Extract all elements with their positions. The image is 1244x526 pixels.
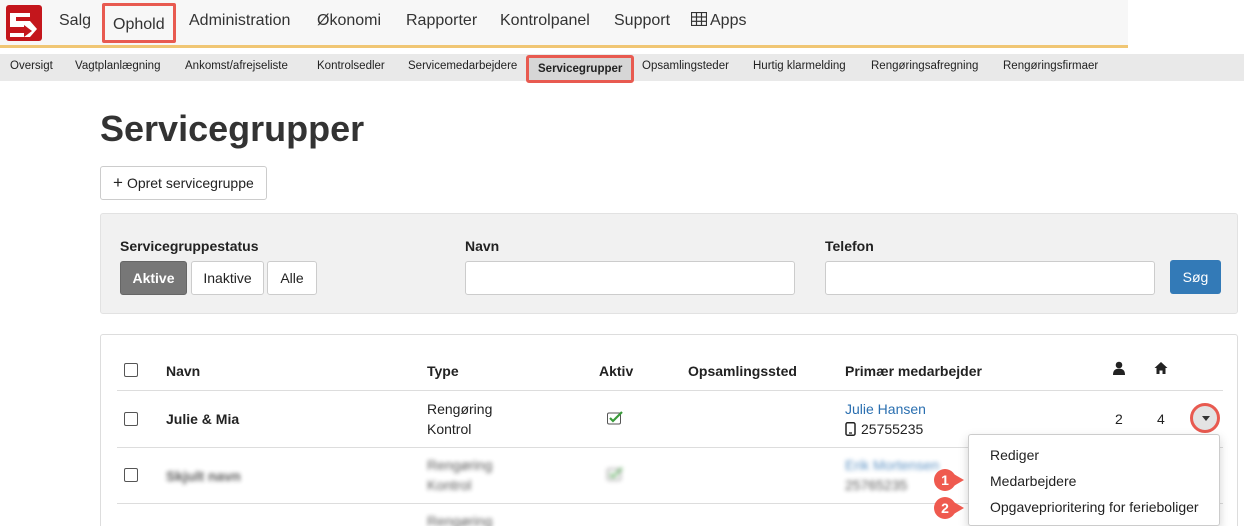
- status-inaktive-button[interactable]: Inaktive: [191, 261, 264, 295]
- nav-support[interactable]: Support: [614, 12, 670, 30]
- home-icon: [1154, 362, 1168, 374]
- subnav-ankomst-afrejseliste[interactable]: Ankomst/afrejseliste: [185, 60, 288, 72]
- header-divider: [117, 390, 1223, 391]
- status-alle-button[interactable]: Alle: [267, 261, 317, 295]
- subnav-servicegrupper[interactable]: Servicegrupper: [526, 55, 635, 83]
- sub-navbar: Oversigt Vagtplanlægning Ankomst/afrejse…: [0, 54, 1244, 83]
- row-name[interactable]: Julie & Mia: [166, 411, 239, 427]
- nav-kontrolpanel[interactable]: Kontrolpanel: [500, 12, 590, 30]
- row-checkbox[interactable]: [124, 468, 138, 482]
- row-employee-link[interactable]: Julie Hansen: [845, 401, 926, 417]
- row-staff-count: 2: [1115, 411, 1123, 427]
- app-logo[interactable]: [6, 5, 42, 41]
- col-header-active[interactable]: Aktiv: [599, 363, 633, 379]
- row-phone-number: 25755235: [861, 421, 924, 437]
- col-header-pickup[interactable]: Opsamlingssted: [688, 363, 797, 379]
- row-type-line-1: Rengøring: [427, 457, 493, 473]
- marker-number: 1: [934, 469, 956, 491]
- row-house-count: 4: [1157, 411, 1165, 427]
- select-all-checkbox[interactable]: [124, 363, 138, 377]
- row-employee-phone: 25755235: [845, 421, 923, 437]
- mobile-phone-icon: [845, 422, 856, 436]
- subnav-servicemedarbejdere[interactable]: Servicemedarbejdere: [408, 60, 517, 72]
- nav-salg[interactable]: Salg: [59, 12, 91, 30]
- step-marker-1: 1: [934, 469, 964, 491]
- phone-filter-label: Telefon: [825, 238, 874, 254]
- user-icon: [1113, 361, 1125, 375]
- page-title: Servicegrupper: [100, 108, 365, 149]
- menu-item-medarbejdere[interactable]: Medarbejdere: [990, 473, 1076, 489]
- active-check-icon: [607, 467, 623, 481]
- row-actions-dropdown-button[interactable]: [1190, 403, 1220, 433]
- menu-item-rediger[interactable]: Rediger: [990, 447, 1039, 463]
- step-marker-2: 2: [934, 497, 964, 519]
- grid-icon: [690, 11, 708, 27]
- menu-item-opgaveprioritering[interactable]: Opgaveprioritering for ferieboliger: [990, 499, 1199, 515]
- subnav-opsamlingsteder[interactable]: Opsamlingsteder: [642, 60, 729, 72]
- col-header-name[interactable]: Navn: [166, 363, 200, 379]
- create-servicegroup-button[interactable]: + Opret servicegruppe: [100, 166, 267, 200]
- active-check-icon: [607, 411, 623, 425]
- subnav-rengoringsafregning[interactable]: Rengøringsafregning: [871, 60, 978, 72]
- nav-rapporter[interactable]: Rapporter: [406, 12, 477, 30]
- row-actions-menu: Rediger Medarbejdere Opgaveprioritering …: [968, 434, 1220, 526]
- row-checkbox[interactable]: [124, 412, 138, 426]
- top-navbar: Salg Ophold Administration Økonomi Rappo…: [0, 0, 1128, 48]
- nav-apps[interactable]: Apps: [690, 11, 747, 30]
- name-filter-label: Navn: [465, 238, 500, 254]
- nav-administration[interactable]: Administration: [189, 12, 290, 30]
- name-input[interactable]: [465, 261, 795, 295]
- row-name[interactable]: Skjult navn: [166, 468, 241, 484]
- subnav-kontrolsedler[interactable]: Kontrolsedler: [317, 60, 385, 72]
- subnav-vagtplanlaegning[interactable]: Vagtplanlægning: [75, 60, 160, 72]
- row-type-line-2: Kontrol: [427, 421, 472, 437]
- nav-okonomi[interactable]: Økonomi: [317, 12, 381, 30]
- search-button[interactable]: Søg: [1170, 260, 1221, 294]
- status-filter-label: Servicegruppestatus: [120, 238, 259, 254]
- status-aktive-button[interactable]: Aktive: [120, 261, 187, 295]
- col-header-type[interactable]: Type: [427, 363, 459, 379]
- col-header-primary-employee[interactable]: Primær medarbejder: [845, 363, 982, 379]
- phone-input[interactable]: [825, 261, 1155, 295]
- marker-number: 2: [934, 497, 956, 519]
- row-type-line-2: Kontrol: [427, 477, 472, 493]
- subnav-rengoringsfirmaer[interactable]: Rengøringsfirmaer: [1003, 60, 1098, 72]
- subnav-oversigt[interactable]: Oversigt: [10, 60, 53, 72]
- row-employee-phone: 25765235: [845, 477, 908, 493]
- filter-panel: Servicegruppestatus Aktive Inaktive Alle…: [100, 213, 1238, 314]
- row-employee-link[interactable]: Erik Mortensen: [845, 457, 939, 473]
- topbar-spacer: [1128, 0, 1244, 48]
- create-button-label: Opret servicegruppe: [126, 175, 254, 191]
- nav-ophold[interactable]: Ophold: [102, 3, 176, 43]
- subnav-hurtig-klarmelding[interactable]: Hurtig klarmelding: [753, 60, 846, 72]
- row-type-line-1: Rengøring: [427, 401, 493, 417]
- logo-arrow-icon: [10, 13, 37, 37]
- plus-icon: +: [113, 173, 123, 192]
- nav-apps-label: Apps: [710, 12, 747, 29]
- row-type-line-1: Rengøring: [427, 513, 493, 526]
